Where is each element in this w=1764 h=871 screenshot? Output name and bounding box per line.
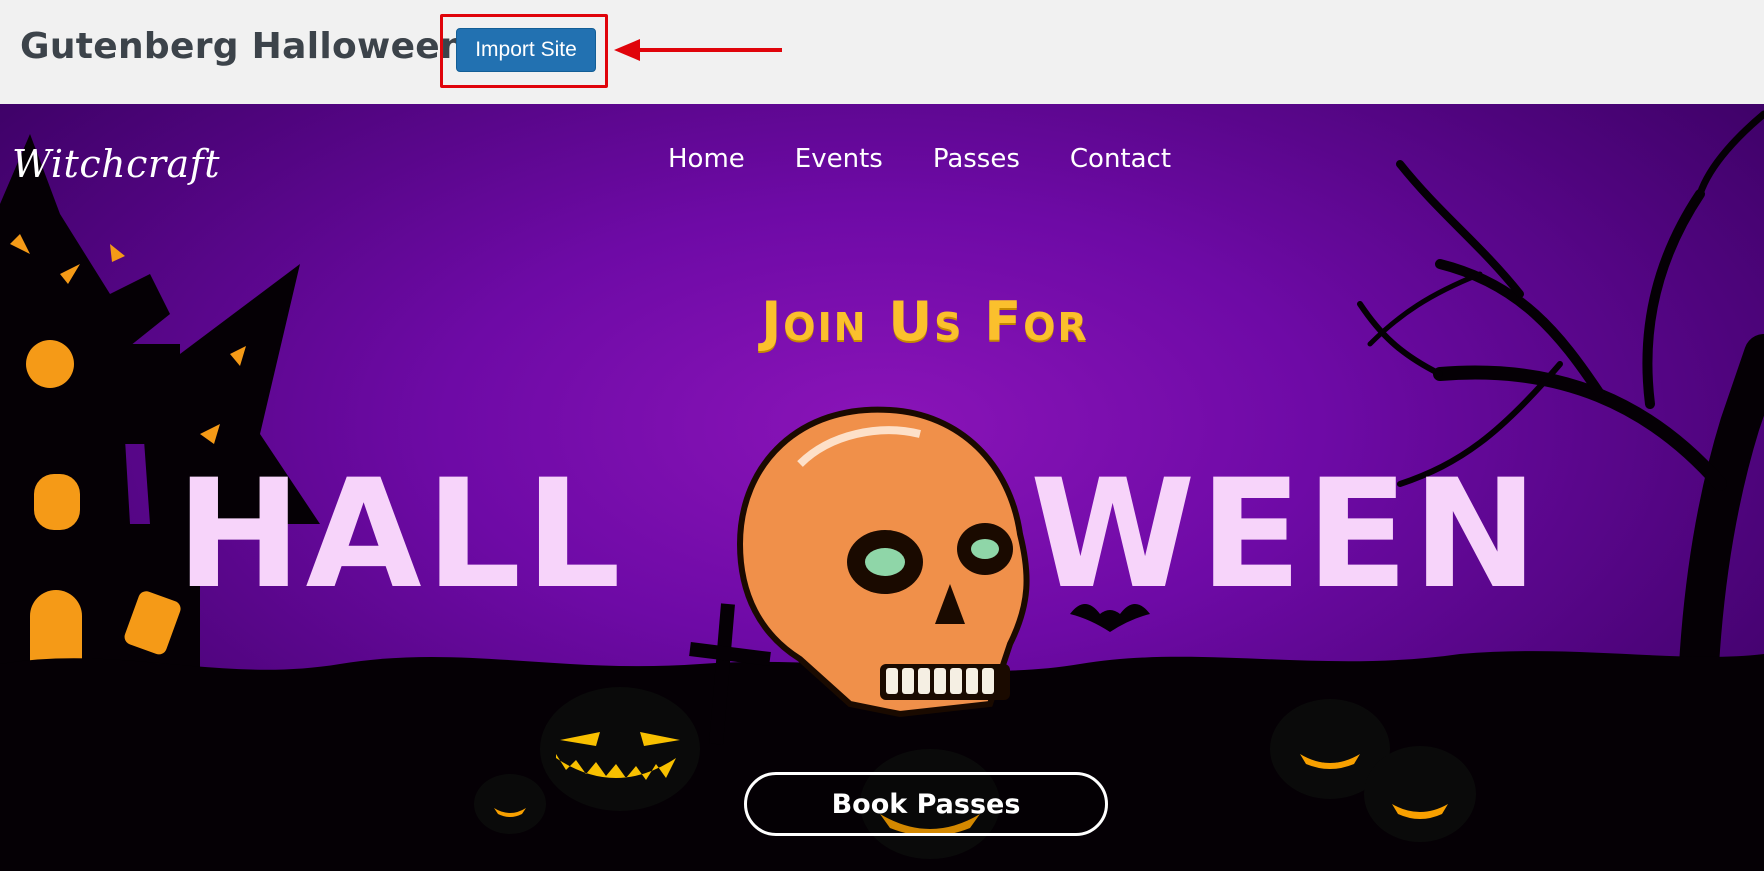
site-logo[interactable]: Witchcraft: [12, 142, 220, 186]
site-title: Gutenberg Halloween: [20, 26, 466, 67]
hero-tagline: Join Us For: [761, 290, 1089, 353]
admin-header: Gutenberg Halloween Import Site: [0, 0, 1764, 105]
import-site-button[interactable]: Import Site: [456, 28, 596, 72]
theme-preview-hero: Witchcraft Home Events Passes Contact Jo…: [0, 104, 1764, 871]
main-nav: Home Events Passes Contact: [668, 144, 1171, 174]
nav-passes[interactable]: Passes: [933, 144, 1020, 174]
nav-home[interactable]: Home: [668, 144, 745, 174]
headline-left: HALL: [176, 448, 625, 622]
nav-events[interactable]: Events: [795, 144, 883, 174]
nav-contact[interactable]: Contact: [1070, 144, 1171, 174]
arrow-left-icon: [614, 39, 782, 61]
headline-right: WEEN: [1030, 448, 1542, 622]
book-passes-button[interactable]: Book Passes: [744, 772, 1108, 836]
